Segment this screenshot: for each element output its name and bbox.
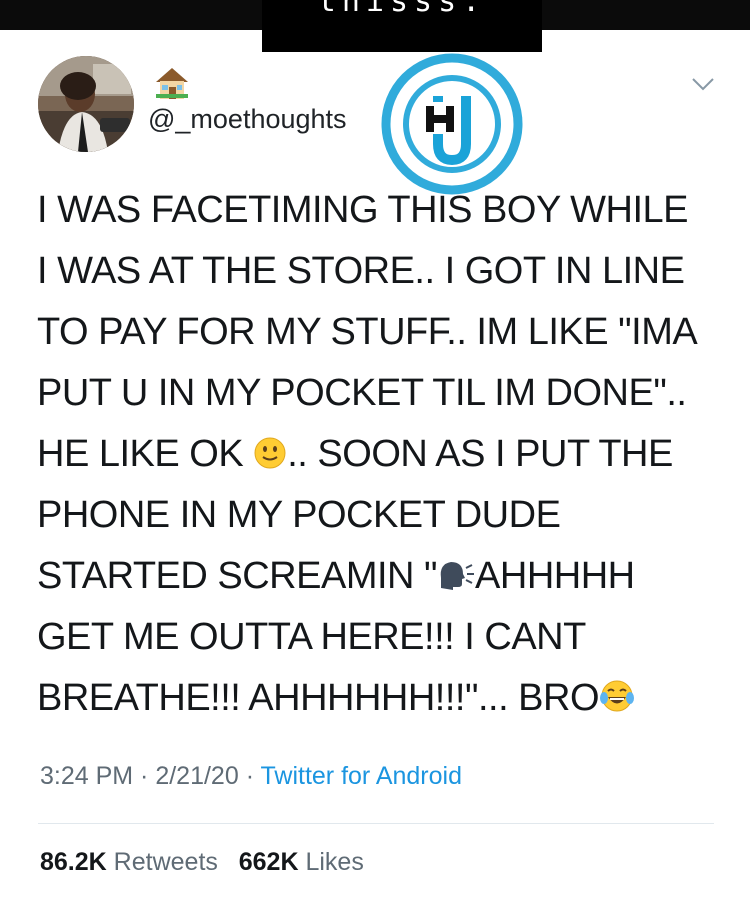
speaking-head-emoji-icon — [440, 562, 475, 590]
tweet-source-link[interactable]: Twitter for Android — [261, 762, 462, 790]
avatar[interactable] — [38, 56, 134, 152]
tweet-line: STARTED SCREAMIN " AHHHHH — [37, 546, 727, 607]
tweet-line: HE LIKE OK .. SOON AS I PUT THE — [37, 424, 727, 485]
profile-photo-icon — [38, 56, 134, 152]
divider — [38, 823, 714, 824]
tweet-line: PHONE IN MY POCKET DUDE — [37, 494, 561, 536]
meta-separator: · — [238, 762, 261, 790]
slightly-smiling-face-emoji-icon — [254, 437, 286, 469]
hu-logo-watermark-icon — [381, 53, 523, 195]
tweet-time[interactable]: 3:24 PM — [40, 762, 133, 790]
meme-caption-box: thisss. — [262, 0, 542, 52]
user-handle[interactable]: @_moethoughts — [148, 104, 347, 135]
tweet-date[interactable]: 2/21/20 — [155, 762, 238, 790]
retweets-stat[interactable]: 86.2K Retweets — [40, 848, 218, 876]
retweets-label: Retweets — [113, 848, 218, 876]
tweet-meta: 3:24 PM · 2/21/20 · Twitter for Android — [40, 762, 462, 791]
tweet-line-part: STARTED SCREAMIN " — [37, 555, 438, 597]
tweet-line: TO PAY FOR MY STUFF.. IM LIKE "IMA — [37, 311, 698, 353]
tweet-line: I WAS AT THE STORE.. I GOT IN LINE — [37, 250, 685, 292]
tweet-line-part: HE LIKE OK — [37, 433, 254, 475]
tweet-line-part: AHHHHH — [475, 555, 635, 597]
meme-caption: thisss. — [317, 0, 487, 19]
tweet-line-part: .. SOON AS I PUT THE — [287, 433, 673, 475]
tweet-line: PUT U IN MY POCKET TIL IM DONE".. — [37, 372, 687, 414]
tweet-line: BREATHE!!! AHHHHHH!!!"... BRO — [37, 668, 727, 729]
likes-label: Likes — [305, 848, 364, 876]
house-emoji-icon — [156, 68, 188, 99]
tweet-line: I WAS FACETIMING THIS BOY WHILE — [37, 189, 689, 231]
face-with-tears-of-joy-emoji-icon — [600, 680, 635, 712]
chevron-down-icon[interactable] — [690, 74, 716, 94]
meta-separator: · — [133, 762, 156, 790]
tweet-line: GET ME OUTTA HERE!!! I CANT — [37, 616, 586, 658]
retweets-count: 86.2K — [40, 848, 107, 876]
likes-count: 662K — [238, 848, 299, 876]
likes-stat[interactable]: 662K Likes — [239, 848, 364, 876]
tweet-line-part: BREATHE!!! AHHHHHH!!!"... BRO — [37, 677, 600, 719]
tweet-stats: 86.2K Retweets 662K Likes — [40, 848, 364, 877]
tweet-text: I WAS FACETIMING THIS BOY WHILE I WAS AT… — [37, 180, 727, 729]
